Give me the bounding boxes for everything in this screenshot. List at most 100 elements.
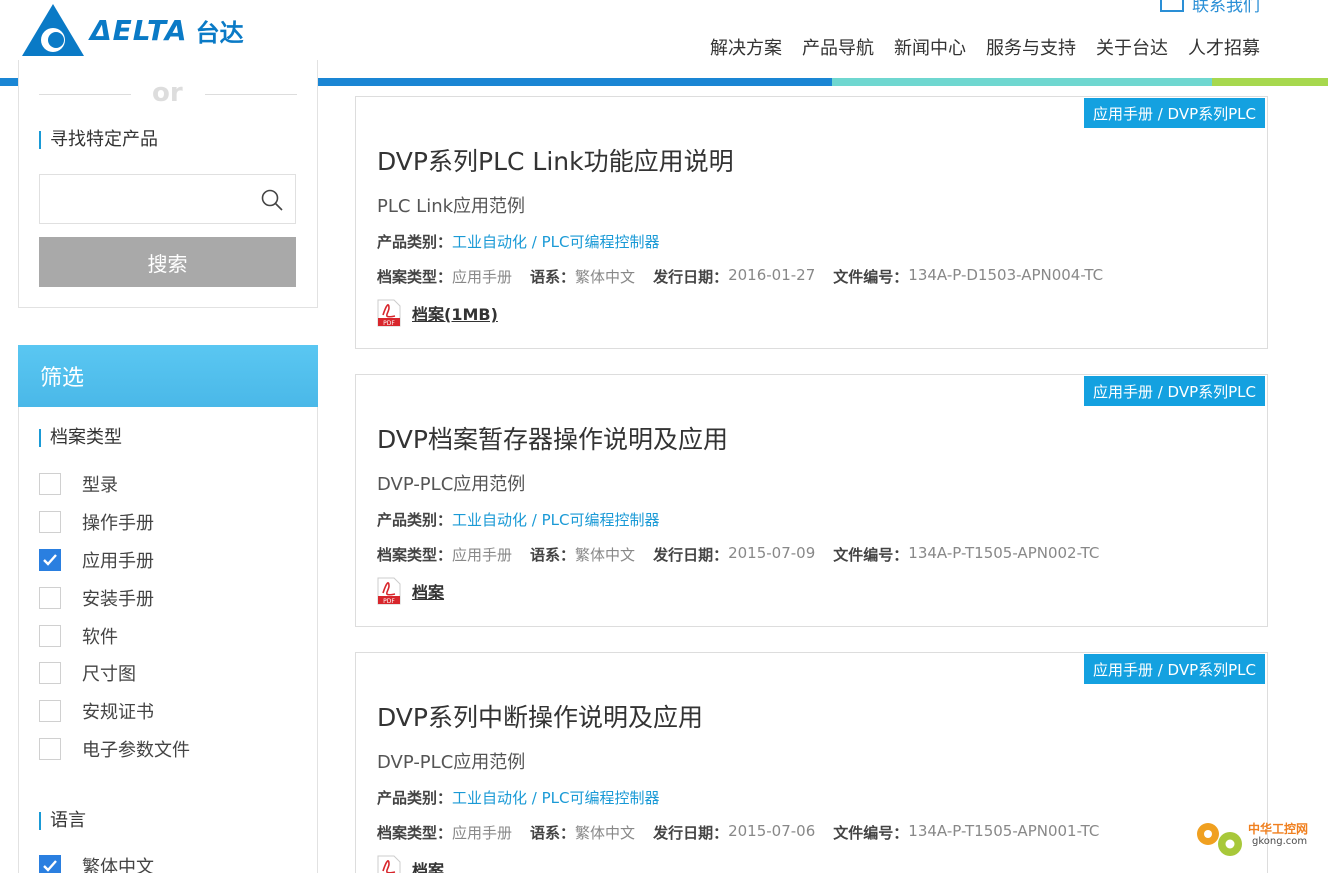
filter-option[interactable]: 繁体中文 (39, 854, 154, 873)
filter-option-label: 应用手册 (82, 551, 154, 572)
language-value: 繁体中文 (575, 824, 636, 842)
delta-logo[interactable]: ΔELTA 台达 (20, 2, 260, 58)
filter-option[interactable]: 软件 (39, 624, 118, 648)
category-row: 产品类别：工业自动化 / PLC可编程控制器 (377, 787, 659, 808)
filter-option-label: 型录 (82, 475, 118, 496)
filter-option-label: 繁体中文 (82, 857, 154, 873)
category-row: 产品类别：工业自动化 / PLC可编程控制器 (377, 509, 659, 530)
checkbox[interactable] (39, 473, 61, 495)
filter-option[interactable]: 安装手册 (39, 586, 154, 610)
date-label: 发行日期： (653, 824, 729, 842)
filter-option-label: 安装手册 (82, 589, 154, 610)
contact-link[interactable]: 联系我们 (1160, 0, 1260, 16)
file-link[interactable]: 档案(1MB) (412, 301, 498, 325)
doc-no-label: 文件编号： (833, 546, 909, 564)
main-nav: 解决方案 产品导航 新闻中心 服务与支持 关于台达 人才招募 (710, 34, 1260, 60)
file-download[interactable]: PDF 档案(1MB) (377, 299, 498, 327)
contact-label: 联系我们 (1192, 0, 1260, 16)
nav-support[interactable]: 服务与支持 (986, 34, 1076, 60)
checkbox[interactable] (39, 700, 61, 722)
result-subtitle: DVP-PLC应用范例 (377, 752, 526, 773)
checkmark-icon (43, 860, 57, 872)
watermark-name: 中华工控网 (1248, 822, 1309, 836)
pdf-icon: PDF (377, 577, 401, 605)
divider (39, 94, 131, 95)
nav-products[interactable]: 产品导航 (802, 34, 874, 60)
category-tag[interactable]: 应用手册 / DVP系列PLC (1083, 376, 1265, 406)
filter-panel: 档案类型 型录 操作手册 应用手册 安装手册 软件 尺寸图 安规证书 电子参数文… (18, 407, 318, 873)
filter-option[interactable]: 操作手册 (39, 510, 154, 534)
result-title[interactable]: DVP档案暂存器操作说明及应用 (377, 420, 728, 456)
checkbox[interactable] (39, 587, 61, 609)
contact-icon (1160, 0, 1184, 12)
or-divider-text: or (152, 78, 183, 108)
checkmark-icon (43, 554, 57, 566)
filter-option[interactable]: 型录 (39, 472, 118, 496)
file-link[interactable]: 档案 (412, 579, 444, 603)
doc-type-label: 档案类型： (377, 824, 453, 842)
delta-logo-icon (22, 4, 84, 56)
nav-about[interactable]: 关于台达 (1096, 34, 1168, 60)
svg-text:PDF: PDF (383, 320, 395, 327)
filter-option-label: 操作手册 (82, 513, 154, 534)
doc-no-value: 134A-P-D1503-APN004-TC (908, 266, 1104, 284)
doc-type-value: 应用手册 (452, 546, 513, 564)
doc-no-label: 文件编号： (833, 268, 909, 286)
category-link[interactable]: 工业自动化 / PLC可编程控制器 (452, 233, 659, 251)
result-title[interactable]: DVP系列PLC Link功能应用说明 (377, 142, 734, 178)
category-tag[interactable]: 应用手册 / DVP系列PLC (1083, 98, 1265, 128)
category-tag[interactable]: 应用手册 / DVP系列PLC (1083, 654, 1265, 684)
search-button[interactable]: 搜索 (39, 237, 296, 287)
filter-header: 筛选 (18, 345, 318, 407)
category-link[interactable]: 工业自动化 / PLC可编程控制器 (452, 511, 659, 529)
checkbox-checked[interactable] (39, 855, 61, 873)
header-bar-teal (832, 78, 1212, 86)
filter-option-label: 电子参数文件 (82, 740, 190, 761)
filter-option[interactable]: 安规证书 (39, 699, 154, 723)
file-download[interactable]: PDF 档案 (377, 855, 444, 873)
doc-type-value: 应用手册 (452, 824, 513, 842)
doc-type-label: 档案类型： (377, 546, 453, 564)
filter-option-label: 尺寸图 (82, 664, 136, 685)
result-card: 应用手册 / DVP系列PLC DVP系列中断操作说明及应用 DVP-PLC应用… (355, 652, 1268, 873)
nav-news[interactable]: 新闻中心 (894, 34, 966, 60)
file-download[interactable]: PDF 档案 (377, 577, 444, 605)
filter-option-label: 软件 (82, 627, 118, 648)
category-label: 产品类别： (377, 789, 453, 807)
checkbox[interactable] (39, 738, 61, 760)
watermark-domain: gkong.com (1252, 836, 1308, 847)
meta-row: 档案类型： 应用手册 语系： 繁体中文 发行日期： 2016-01-27 文件编号： 1… (377, 266, 1121, 287)
date-value: 2015-07-06 (728, 822, 816, 840)
checkbox-checked[interactable] (39, 549, 61, 571)
divider (205, 94, 297, 95)
filter-option[interactable]: 尺寸图 (39, 661, 136, 685)
product-search-input[interactable] (39, 174, 296, 224)
result-card: 应用手册 / DVP系列PLC DVP档案暂存器操作说明及应用 DVP-PLC应… (355, 374, 1268, 627)
language-label: 语系： (530, 268, 576, 286)
filter-option[interactable]: 电子参数文件 (39, 737, 190, 761)
filter-option[interactable]: 应用手册 (39, 548, 154, 572)
search-section-title: 寻找特定产品 (39, 131, 158, 149)
category-link[interactable]: 工业自动化 / PLC可编程控制器 (452, 789, 659, 807)
search-icon[interactable] (261, 189, 283, 211)
meta-row: 档案类型： 应用手册 语系： 繁体中文 发行日期： 2015-07-06 文件编号： 1… (377, 822, 1117, 843)
result-subtitle: DVP-PLC应用范例 (377, 474, 526, 495)
gkong-watermark: 中华工控网 gkong.com (1190, 810, 1320, 865)
date-label: 发行日期： (653, 268, 729, 286)
language-title: 语言 (39, 812, 86, 830)
doc-no-value: 134A-P-T1505-APN001-TC (908, 822, 1100, 840)
file-link[interactable]: 档案 (412, 857, 444, 873)
doc-no-label: 文件编号： (833, 824, 909, 842)
product-search-panel: or 寻找特定产品 搜索 (18, 60, 318, 308)
pdf-icon: PDF (377, 855, 401, 873)
checkbox[interactable] (39, 625, 61, 647)
nav-solutions[interactable]: 解决方案 (710, 34, 782, 60)
nav-careers[interactable]: 人才招募 (1188, 34, 1260, 60)
doc-type-value: 应用手册 (452, 268, 513, 286)
meta-row: 档案类型： 应用手册 语系： 繁体中文 发行日期： 2015-07-09 文件编号： 1… (377, 544, 1117, 565)
language-value: 繁体中文 (575, 546, 636, 564)
checkbox[interactable] (39, 662, 61, 684)
result-title[interactable]: DVP系列中断操作说明及应用 (377, 698, 703, 734)
date-value: 2015-07-09 (728, 544, 816, 562)
checkbox[interactable] (39, 511, 61, 533)
